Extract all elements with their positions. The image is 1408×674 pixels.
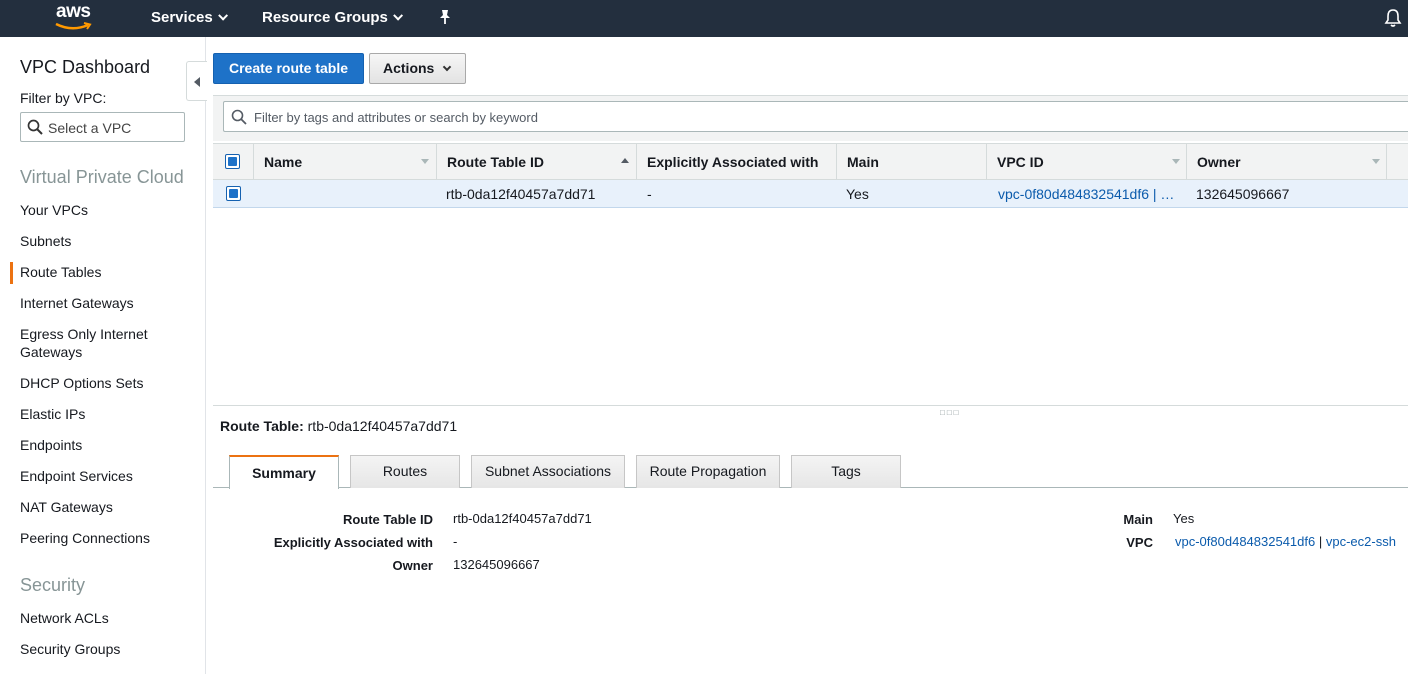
details-title-value: rtb-0da12f40457a7dd71 <box>307 418 458 434</box>
column-header-label: Owner <box>1197 154 1241 170</box>
column-header-owner[interactable]: Owner <box>1187 144 1387 180</box>
create-route-table-button[interactable]: Create route table <box>213 53 364 84</box>
sidebar-item-egress-only-internet-gateways[interactable]: Egress Only Internet Gateways <box>20 325 160 361</box>
filter-bar: Filter by tags and attributes or search … <box>213 96 1408 141</box>
field-value-main: Yes <box>1173 511 1195 526</box>
details-title-label: Route Table: <box>220 418 304 434</box>
table-search-input[interactable]: Filter by tags and attributes or search … <box>223 101 1408 132</box>
sidebar-item-endpoints[interactable]: Endpoints <box>20 436 200 454</box>
sort-caret-icon <box>1372 159 1380 164</box>
table-search-placeholder: Filter by tags and attributes or search … <box>254 110 538 125</box>
actions-dropdown-button[interactable]: Actions <box>369 53 466 84</box>
select-all-checkbox[interactable] <box>225 154 240 169</box>
sidebar-section-heading: Virtual Private Cloud <box>20 167 184 187</box>
field-label-owner: Owner <box>392 558 433 573</box>
chevron-down-icon <box>217 10 228 21</box>
notifications-bell-icon[interactable] <box>1384 8 1402 28</box>
sidebar-item-dhcp-options-sets[interactable]: DHCP Options Sets <box>20 374 200 392</box>
field-label-explicitly-associated: Explicitly Associated with <box>273 535 433 550</box>
sidebar-item-subnets[interactable]: Subnets <box>20 232 200 250</box>
field-label-vpc: VPC <box>1126 535 1153 550</box>
field-value-explicitly-associated: - <box>453 534 458 549</box>
field-value-route-table-id: rtb-0da12f40457a7dd71 <box>453 511 592 526</box>
details-title: Route Table: rtb-0da12f40457a7dd71 <box>220 418 457 434</box>
aws-logo[interactable]: aws <box>54 1 100 33</box>
search-icon <box>231 109 247 125</box>
field-value-owner: 132645096667 <box>453 557 540 572</box>
sidebar-item-network-acls[interactable]: Network ACLs <box>20 609 200 627</box>
table-row[interactable]: rtb-0da12f40457a7dd71 - Yes vpc-0f80d484… <box>213 180 1408 208</box>
resource-groups-menu[interactable]: Resource Groups <box>262 9 403 26</box>
field-label-main: Main <box>1123 512 1153 527</box>
resource-groups-label: Resource Groups <box>262 9 388 26</box>
field-label-route-table-id: Route Table ID <box>342 512 433 527</box>
column-header-label: Route Table ID <box>447 154 544 170</box>
vpc-filter-placeholder: Select a VPC <box>48 120 132 136</box>
field-value-vpc: vpc-0f80d484832541df6 | vpc-ec2-ssh <box>1175 534 1396 549</box>
actions-label: Actions <box>383 60 435 76</box>
column-header-main[interactable]: Main <box>837 144 987 180</box>
tab-routes[interactable]: Routes <box>350 455 460 488</box>
cell-vpc-id-link[interactable]: vpc-0f80d484832541df6 | … <box>998 186 1174 202</box>
left-sidebar: VPC Dashboard Filter by VPC: Select a VP… <box>0 37 206 674</box>
sidebar-item-elastic-ips[interactable]: Elastic IPs <box>20 405 200 423</box>
column-header-label: VPC ID <box>997 154 1044 170</box>
caret-left-icon <box>194 77 200 87</box>
column-header-explicitly-associated-with[interactable]: Explicitly Associated with <box>637 144 837 180</box>
column-header-label: Name <box>264 154 303 170</box>
cell-explicitly-associated: - <box>647 186 652 202</box>
pin-icon[interactable] <box>437 9 453 27</box>
header-select-all-cell <box>213 144 254 180</box>
sidebar-title[interactable]: VPC Dashboard <box>20 57 150 78</box>
sidebar-item-security-groups[interactable]: Security Groups <box>20 640 200 658</box>
column-header-name[interactable]: Name <box>254 144 437 180</box>
column-header-vpc-id[interactable]: VPC ID <box>987 144 1187 180</box>
table-header: Name Route Table ID Explicitly Associate… <box>213 143 1408 180</box>
resize-grip-icon[interactable]: □□□ <box>940 408 961 417</box>
tab-summary[interactable]: Summary <box>229 455 339 489</box>
aws-logo-text: aws <box>56 1 91 22</box>
vpc-separator: | <box>1318 534 1323 549</box>
sidebar-section-heading: Security <box>20 575 86 595</box>
filter-by-vpc-label: Filter by VPC: <box>20 90 107 106</box>
cell-owner: 132645096667 <box>1196 186 1290 202</box>
services-menu[interactable]: Services <box>151 9 228 26</box>
chevron-down-icon <box>393 10 403 21</box>
sort-caret-icon <box>1172 159 1180 164</box>
active-item-indicator <box>10 262 13 284</box>
column-header-label: Explicitly Associated with <box>647 154 819 170</box>
cell-route-table-id: rtb-0da12f40457a7dd71 <box>446 186 596 202</box>
sidebar-item-nat-gateways[interactable]: NAT Gateways <box>20 498 200 516</box>
tab-subnet-associations[interactable]: Subnet Associations <box>471 455 625 488</box>
search-icon <box>27 119 43 135</box>
chevron-down-icon <box>442 62 452 72</box>
cell-main: Yes <box>846 186 869 202</box>
sidebar-item-your-vpcs[interactable]: Your VPCs <box>20 201 200 219</box>
vpc-filter-select[interactable]: Select a VPC <box>20 112 185 142</box>
sort-ascending-icon <box>621 158 629 163</box>
vpc-id-link[interactable]: vpc-0f80d484832541df6 <box>1175 534 1315 549</box>
sidebar-item-endpoint-services[interactable]: Endpoint Services <box>20 467 200 485</box>
vpc-name-link[interactable]: vpc-ec2-ssh <box>1326 534 1396 549</box>
sidebar-item-route-tables[interactable]: Route Tables <box>20 263 200 281</box>
sidebar-item-peering-connections[interactable]: Peering Connections <box>20 529 200 547</box>
panel-splitter[interactable] <box>213 405 1408 406</box>
services-label: Services <box>151 9 213 26</box>
row-select-checkbox[interactable] <box>226 186 241 201</box>
sort-caret-icon <box>421 159 429 164</box>
sidebar-collapse-button[interactable] <box>186 61 207 101</box>
route-tables-panel: Filter by tags and attributes or search … <box>213 95 1408 406</box>
top-navigation-bar: aws Services Resource Groups <box>0 0 1408 37</box>
aws-smile-icon <box>55 22 92 30</box>
tab-tags[interactable]: Tags <box>791 455 901 488</box>
column-header-route-table-id[interactable]: Route Table ID <box>437 144 637 180</box>
tab-route-propagation[interactable]: Route Propagation <box>636 455 780 488</box>
sidebar-item-internet-gateways[interactable]: Internet Gateways <box>20 294 200 312</box>
column-header-label: Main <box>847 154 879 170</box>
